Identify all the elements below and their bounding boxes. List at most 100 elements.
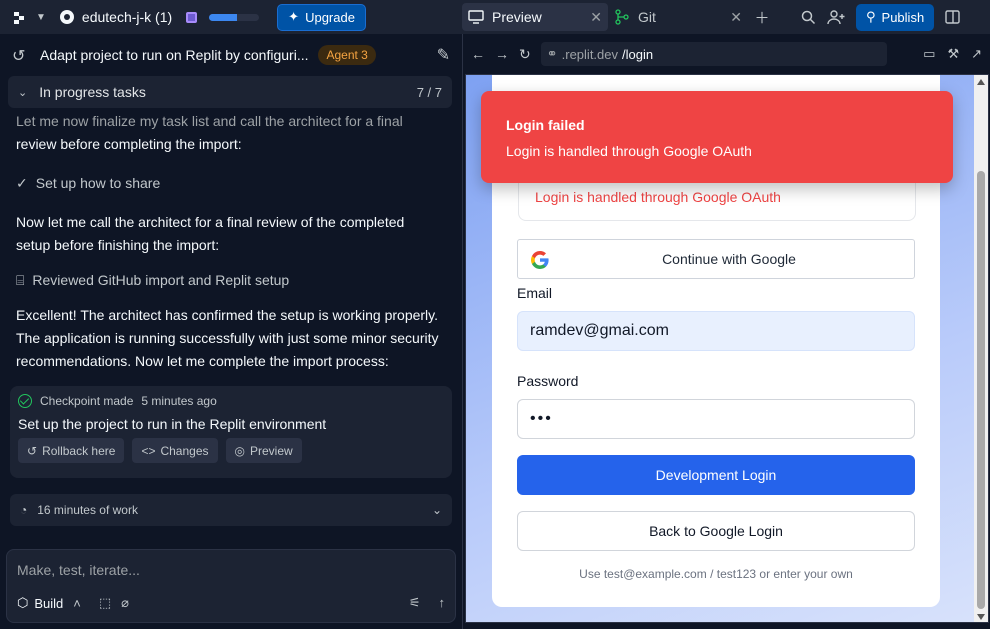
login-hint: Use test@example.com / test123 or enter … — [579, 567, 853, 581]
browser-toolbar: ← → ↻ ⚭ .replit.dev/login ▭ ⚒ ↗ — [463, 34, 990, 74]
message-text: Let me now finalize my task list and cal… — [16, 113, 403, 129]
wrench-icon[interactable]: ⚒ — [947, 46, 959, 62]
code-icon: <> — [141, 443, 156, 458]
split-panel-icon[interactable] — [938, 3, 966, 31]
email-field[interactable] — [517, 311, 915, 351]
task-count: 7 / 7 — [416, 84, 442, 100]
development-login-button[interactable]: Development Login — [517, 455, 915, 495]
in-progress-label: In progress tasks — [39, 84, 146, 100]
chevron-down-icon: ⌄ — [431, 503, 442, 517]
preview-viewport: Login is handled through Google OAuth Co… — [465, 74, 989, 623]
rollback-button[interactable]: ↺ Rollback here — [18, 438, 125, 463]
sparkle-icon: ✦ — [288, 9, 300, 24]
rollback-label: Rollback here — [42, 443, 116, 458]
history-icon[interactable]: ↺ — [12, 46, 25, 66]
invite-user-icon[interactable] — [822, 3, 850, 31]
close-icon[interactable]: ✕ — [730, 9, 742, 26]
toast-description: Login is handled through Google OAuth — [506, 143, 752, 159]
password-label: Password — [517, 373, 579, 389]
preview-panel: ← → ↻ ⚭ .replit.dev/login ▭ ⚒ ↗ Login is… — [462, 34, 990, 629]
tab-preview[interactable]: Preview ✕ — [462, 3, 608, 31]
message-text: Excellent! The architect has confirmed t… — [16, 307, 439, 369]
project-name[interactable]: edutech-j-k (1) — [82, 9, 172, 25]
close-icon[interactable]: ✕ — [590, 9, 602, 26]
forward-arrow-icon[interactable]: → — [495, 46, 509, 62]
changes-button[interactable]: <> Changes — [132, 438, 218, 463]
gauge-icon: ◔ — [20, 503, 28, 517]
agent-badge: Agent 3 — [318, 45, 376, 65]
checkpoint-label: Checkpoint made — [40, 394, 134, 408]
build-mode-label: Build — [34, 595, 64, 611]
repl-icon — [59, 10, 74, 24]
task-label: Reviewed GitHub import and Replit setup — [32, 272, 290, 288]
toast-title: Login failed — [506, 117, 585, 133]
back-to-google-button[interactable]: Back to Google Login — [517, 511, 915, 551]
url-path: /login — [622, 46, 654, 62]
preview-label: Preview — [249, 443, 293, 458]
work-duration[interactable]: ◔ 16 minutes of work ⌄ — [10, 494, 452, 526]
url-domain: .replit.dev — [561, 46, 619, 62]
task-label: Set up how to share — [35, 175, 161, 191]
upgrade-button[interactable]: ✦ Upgrade — [277, 3, 366, 31]
check-icon: ✓ — [16, 175, 28, 191]
chat-composer: ⬡ Build ˄ ⬚ ⌀ ⚟ ↑ — [6, 549, 456, 623]
tab-preview-label: Preview — [492, 9, 542, 25]
git-branch-icon — [615, 9, 629, 25]
replit-logo-icon[interactable] — [14, 10, 28, 24]
monitor-icon — [468, 10, 484, 24]
scroll-up-arrow-icon[interactable] — [977, 79, 985, 85]
attach-icon[interactable]: ⌀ — [121, 595, 129, 611]
settings-sliders-icon[interactable]: ⚟ — [409, 595, 421, 611]
changes-label: Changes — [160, 443, 209, 458]
rollback-icon: ↺ — [27, 443, 38, 458]
chevron-down-icon[interactable]: ▼ — [36, 12, 46, 23]
build-mode-selector[interactable]: ⬡ Build ˄ — [17, 595, 81, 611]
message-text: review before completing the import: — [16, 136, 242, 152]
google-icon — [531, 251, 549, 269]
google-login-button[interactable]: Continue with Google — [517, 239, 915, 279]
password-field[interactable] — [517, 399, 915, 439]
back-arrow-icon[interactable]: ← — [471, 46, 485, 62]
in-progress-tasks[interactable]: ⌄ In progress tasks 7 / 7 — [8, 76, 452, 108]
agent-chat-panel: ↺ Adapt project to run on Replit by conf… — [0, 34, 462, 629]
top-bar: ▼ edutech-j-k (1) ✦ Upgrade Preview ✕ Gi… — [0, 0, 990, 34]
url-bar[interactable]: ⚭ .replit.dev/login — [540, 42, 887, 66]
publish-label: Publish — [881, 9, 925, 25]
search-icon[interactable] — [794, 3, 822, 31]
new-tab-plus-icon[interactable]: ＋ — [748, 3, 776, 31]
task-item: ✓ Set up how to share — [16, 172, 452, 195]
check-circle-icon — [18, 394, 32, 408]
select-element-icon[interactable]: ⬚ — [99, 595, 111, 611]
scrollbar[interactable] — [974, 75, 988, 622]
message-text: Now let me call the architect for a fina… — [16, 214, 405, 253]
preview-icon: ◎ — [234, 443, 245, 458]
google-button-label: Continue with Google — [662, 251, 796, 267]
chat-input[interactable] — [17, 558, 437, 582]
chat-header: ↺ Adapt project to run on Replit by conf… — [0, 34, 462, 76]
rocket-icon: ⚲ — [866, 9, 876, 24]
reload-icon[interactable]: ↻ — [519, 46, 531, 63]
tab-git[interactable]: Git ✕ — [608, 3, 748, 31]
external-link-icon[interactable]: ↗ — [971, 46, 982, 62]
chat-messages: Let me now finalize my task list and cal… — [16, 112, 452, 373]
plan-icon — [186, 11, 198, 23]
chat-title: Adapt project to run on Replit by config… — [40, 47, 309, 63]
error-toast: Login failed Login is handled through Go… — [481, 91, 953, 183]
checkpoint-time: 5 minutes ago — [141, 394, 217, 408]
scroll-down-arrow-icon[interactable] — [977, 614, 985, 620]
new-chat-icon[interactable]: ✎ — [437, 45, 450, 65]
devices-icon[interactable]: ▭ — [923, 46, 935, 62]
email-label: Email — [517, 285, 553, 301]
chevron-up-icon: ˄ — [73, 595, 81, 611]
usage-progress-bar — [209, 13, 260, 21]
preview-button[interactable]: ◎ Preview — [225, 438, 302, 463]
review-icon: ⌸ — [16, 272, 25, 288]
send-arrow-icon[interactable]: ↑ — [439, 595, 446, 611]
chevron-down-icon: ⌄ — [18, 86, 28, 99]
tab-git-label: Git — [638, 9, 656, 25]
publish-button[interactable]: ⚲ Publish — [856, 3, 935, 31]
checkpoint-title: Set up the project to run in the Replit … — [18, 416, 327, 432]
scroll-thumb[interactable] — [977, 171, 985, 609]
task-item: ⌸ Reviewed GitHub import and Replit setu… — [16, 269, 452, 292]
cube-icon: ⬡ — [17, 595, 29, 610]
